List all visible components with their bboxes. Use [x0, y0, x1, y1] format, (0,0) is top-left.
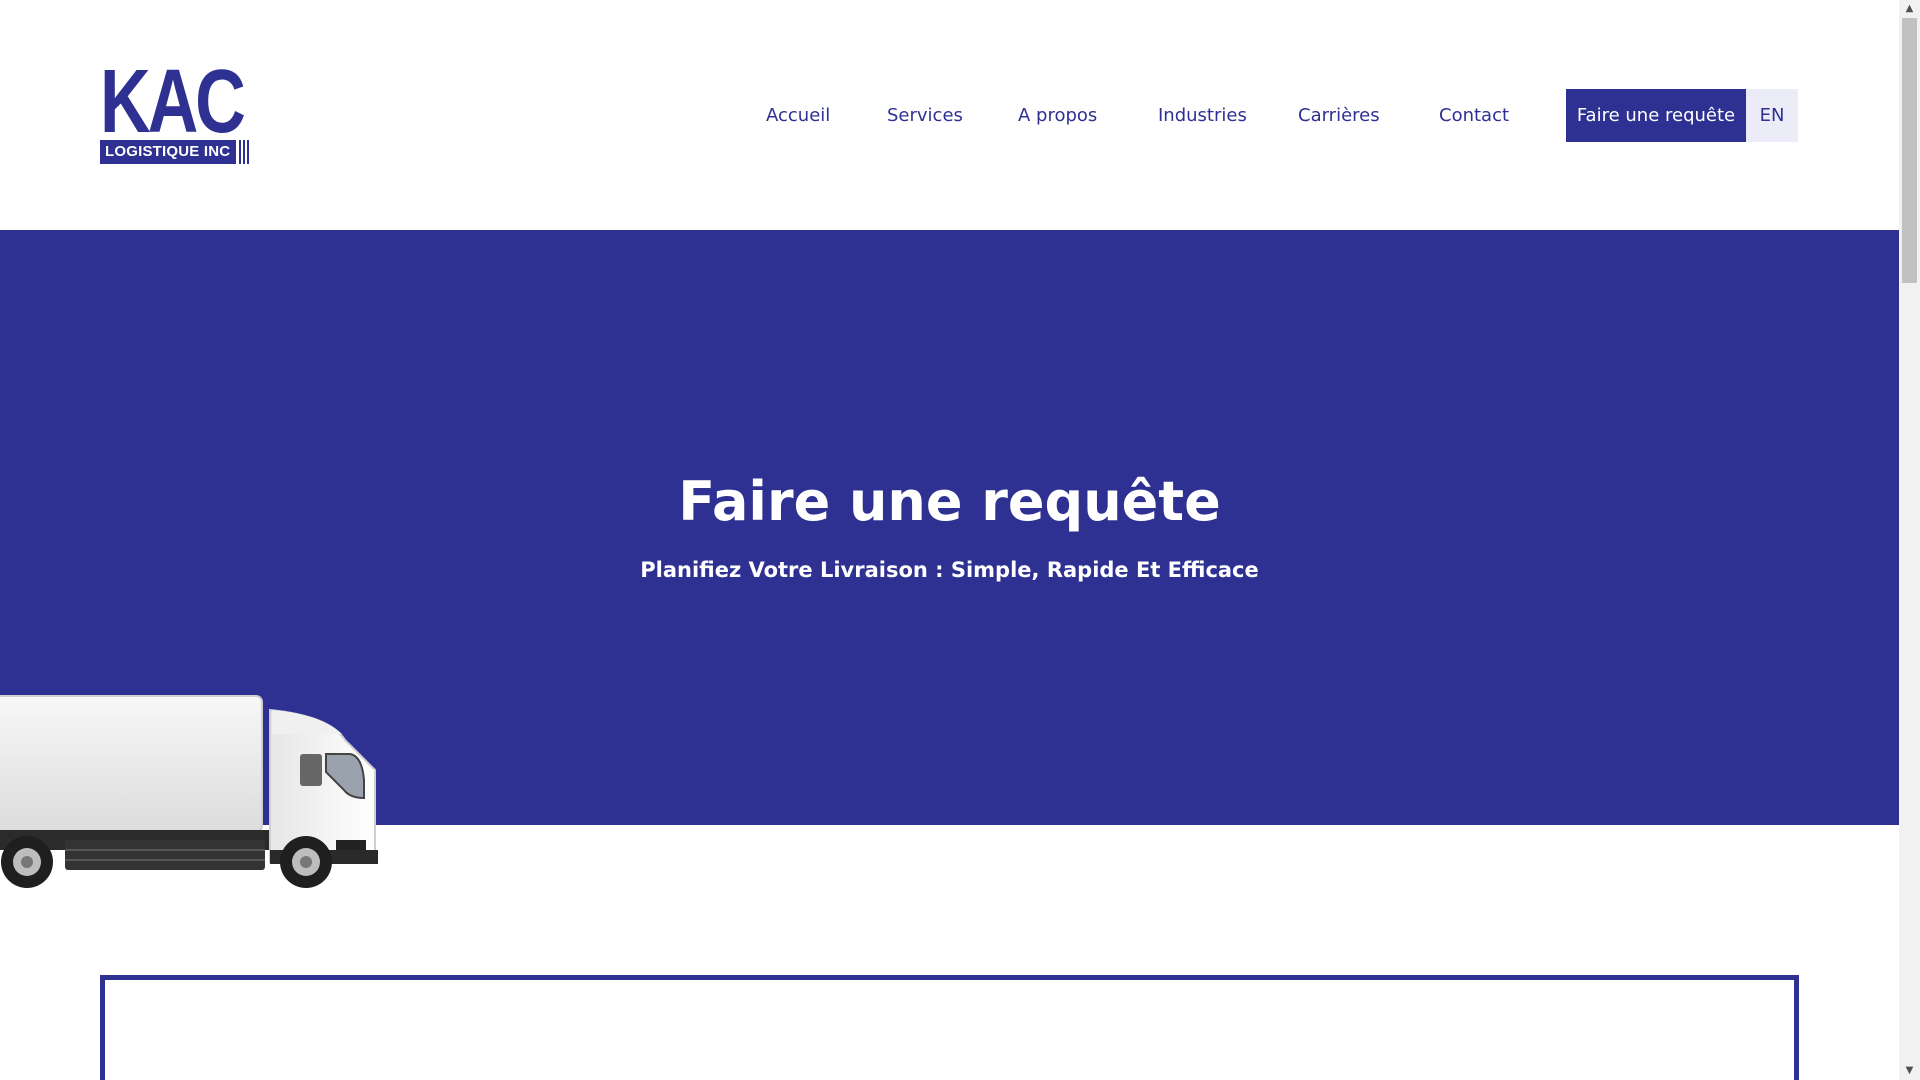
language-toggle-button[interactable]: EN: [1746, 89, 1798, 142]
nav-item-a-propos[interactable]: A propos: [1018, 89, 1097, 142]
nav-item-industries[interactable]: Industries: [1158, 89, 1247, 142]
nav-item-contact[interactable]: Contact: [1439, 89, 1509, 142]
request-form-container: [100, 975, 1799, 1080]
page-title: Faire une requête: [678, 470, 1221, 533]
hero-subtitle: Planifiez Votre Livraison : Simple, Rapi…: [640, 558, 1259, 582]
nav-item-services[interactable]: Services: [887, 89, 963, 142]
logo-subtitle: LOGISTIQUE INC: [100, 140, 236, 164]
logo-barcode-icon: [239, 140, 251, 164]
site-header: KAC LOGISTIQUE INC Accueil Services A pr…: [0, 0, 1899, 230]
scroll-down-arrow-icon[interactable]: ▼: [1899, 1062, 1920, 1080]
scroll-up-arrow-icon[interactable]: ▲: [1899, 0, 1920, 18]
scrollbar-thumb[interactable]: [1902, 18, 1917, 283]
nav-item-accueil[interactable]: Accueil: [766, 89, 830, 142]
nav-item-carrieres[interactable]: Carrières: [1298, 89, 1380, 142]
delivery-truck-illustration: [0, 695, 378, 888]
page-scrollbar[interactable]: ▲ ▼: [1899, 0, 1920, 1080]
request-quote-button[interactable]: Faire une requête: [1566, 89, 1746, 142]
